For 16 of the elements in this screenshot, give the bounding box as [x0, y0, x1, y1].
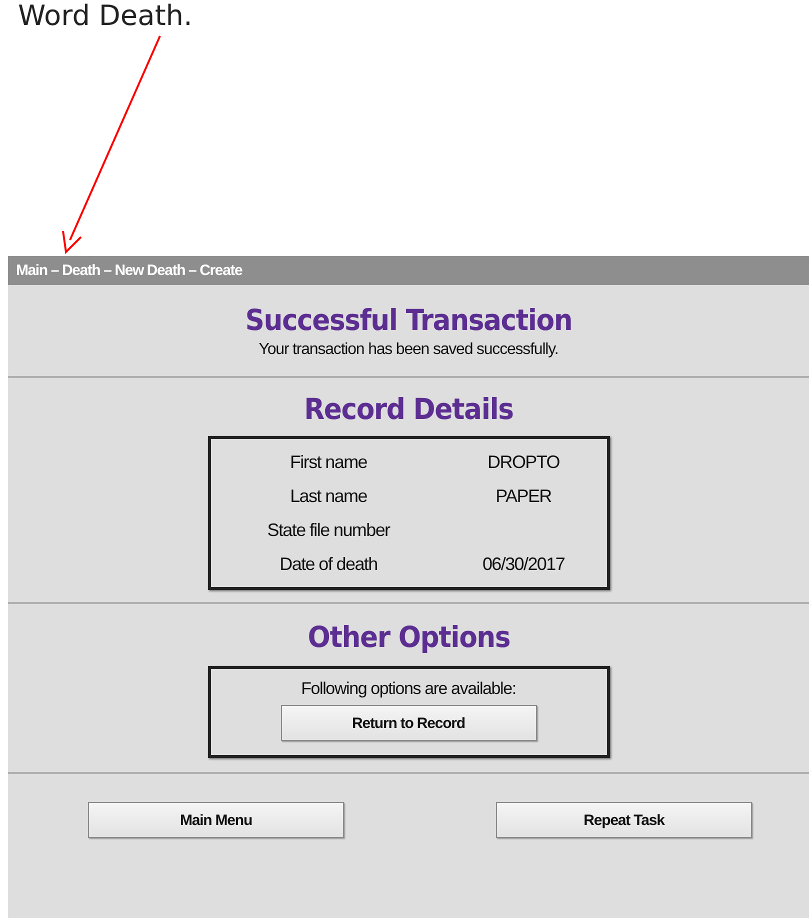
field-label: Last name [289, 484, 368, 508]
field-value: 06/30/2017 [481, 552, 566, 576]
annotation-text: Word Death. [18, 0, 192, 32]
repeat-task-button[interactable]: Repeat Task [496, 802, 752, 838]
section-heading: Other Options [307, 620, 510, 654]
section-heading: Record Details [304, 392, 514, 426]
main-menu-button[interactable]: Main Menu [88, 802, 344, 838]
field-value: DROPTO [486, 450, 560, 474]
field-value: PAPER [494, 484, 552, 508]
field-label: State file number [266, 518, 392, 542]
return-button[interactable]: Return to Record [280, 705, 536, 741]
success-heading: Successful Transaction [245, 303, 572, 337]
success-message: Your transaction has been saved successfully. [258, 341, 558, 359]
field-label: First name [288, 450, 368, 474]
field-label: Date of death [278, 552, 378, 576]
options-note: Following options are available: [300, 679, 517, 699]
